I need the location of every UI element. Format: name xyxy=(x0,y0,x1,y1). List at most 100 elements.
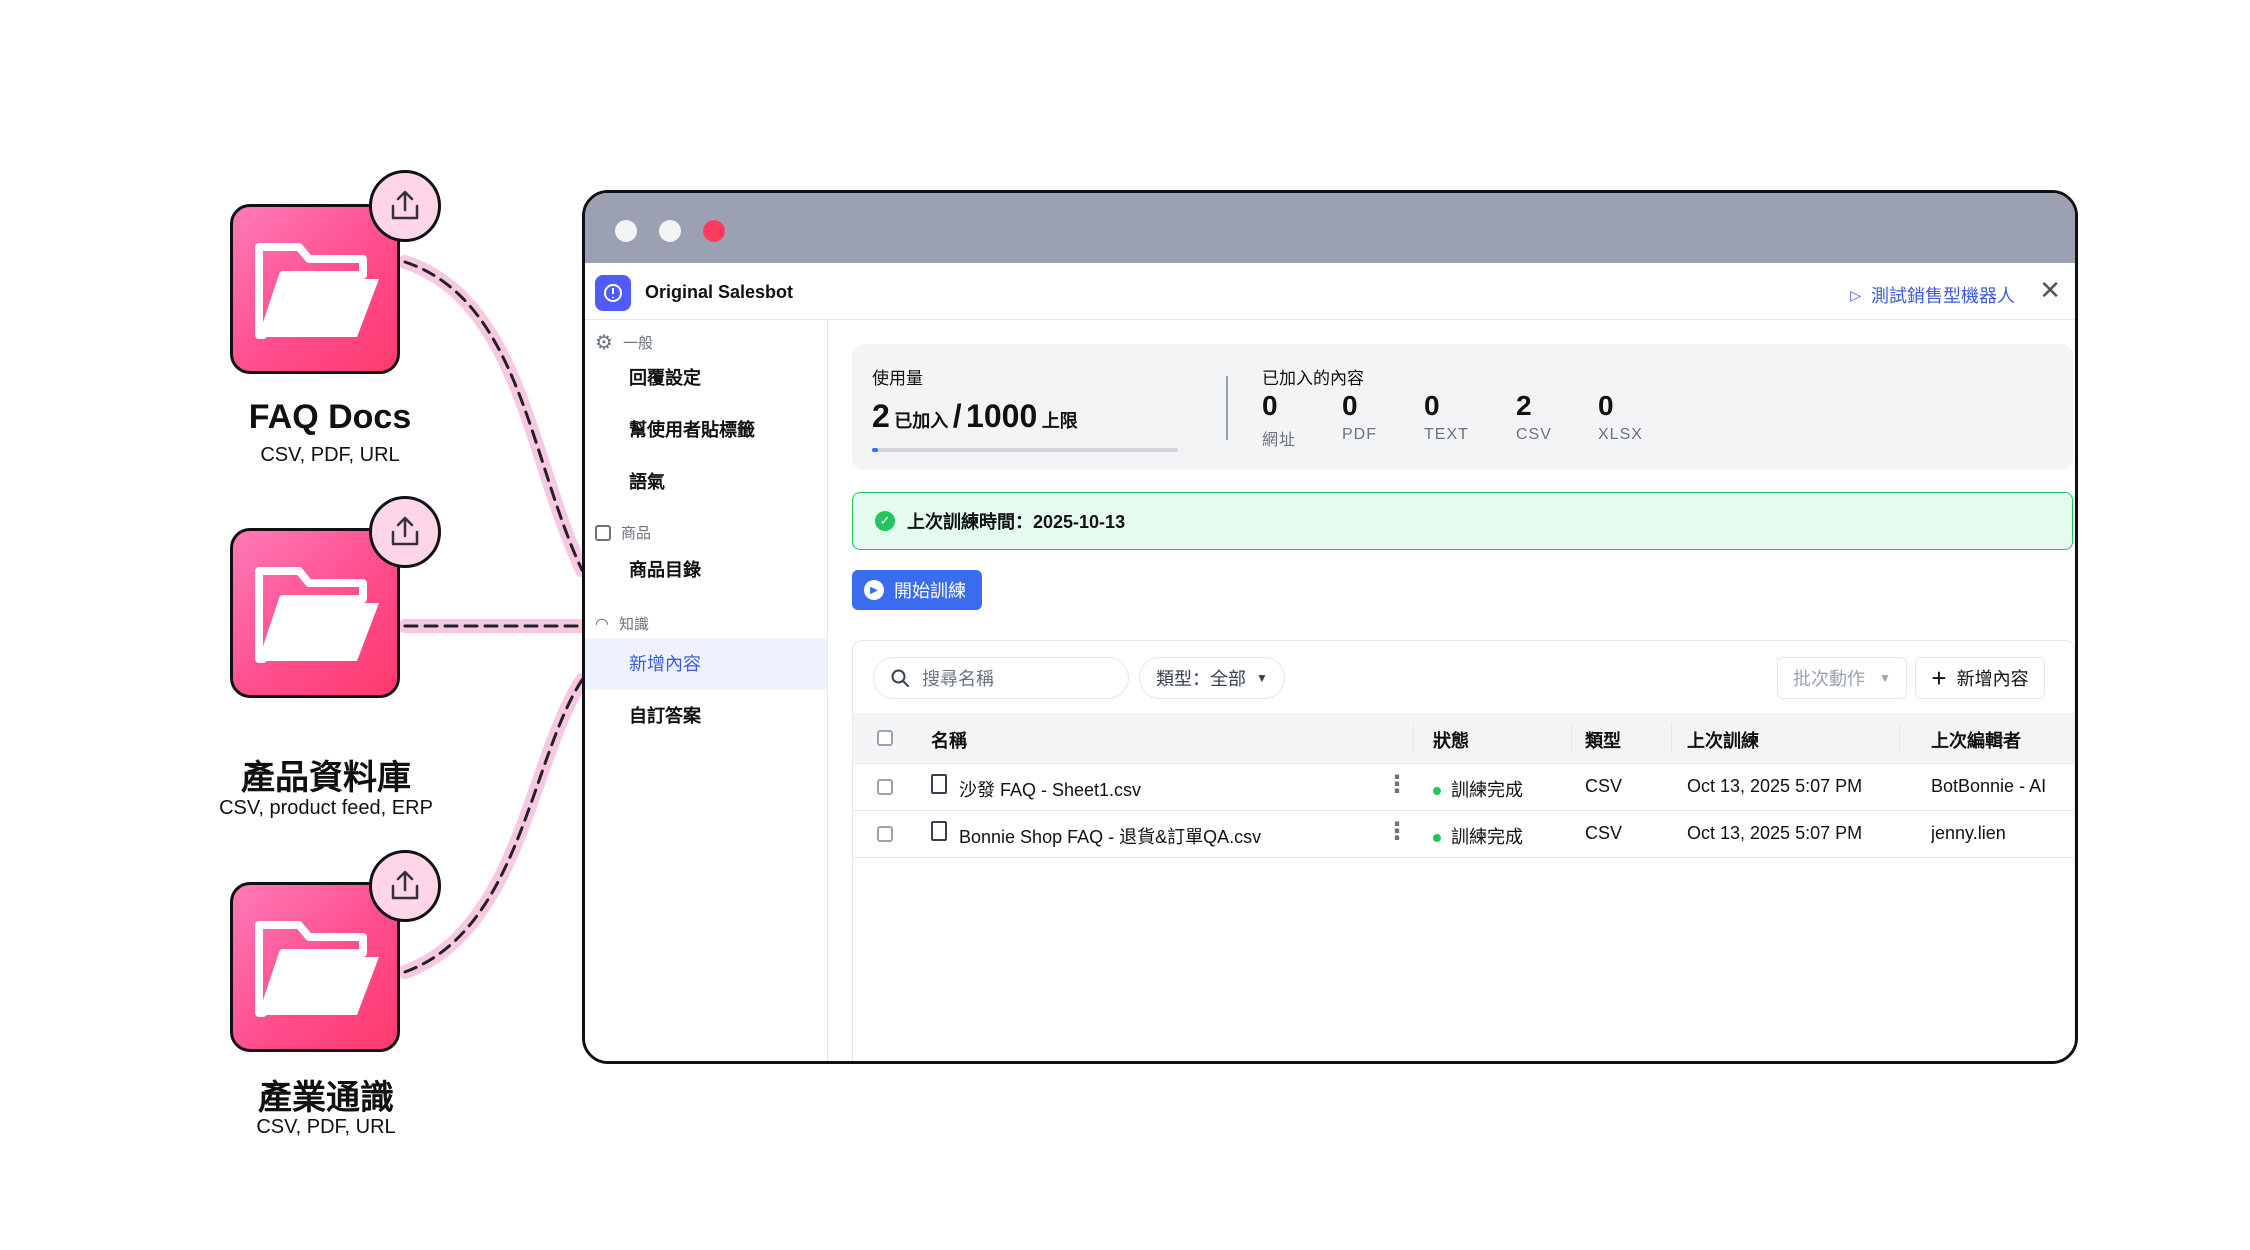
column-divider xyxy=(1899,723,1900,753)
row-type: CSV xyxy=(1585,776,1623,796)
row-last-trained: Oct 13, 2025 5:07 PM xyxy=(1687,823,1863,843)
search-input[interactable]: 搜尋名稱 xyxy=(873,657,1129,699)
upload-icon[interactable] xyxy=(369,850,441,922)
sidebar-group-knowledge: ◠ 知識 xyxy=(595,613,649,634)
column-divider xyxy=(1671,723,1672,753)
count-pdf: 0 PDF xyxy=(1342,390,1377,444)
play-icon: ▷ xyxy=(1850,286,1861,303)
product-icon xyxy=(595,524,611,541)
sidebar-item-tone[interactable]: 語氣 xyxy=(585,456,827,508)
window-dot-close[interactable] xyxy=(703,220,725,242)
table-row[interactable]: Bonnie Shop FAQ - 退貨&訂單QA.csv ⋮ 訓練完成 CSV… xyxy=(853,811,2074,858)
usage-limit-unit: 上限 xyxy=(1041,411,1078,431)
main-content: 使用量 2 已加入 / 1000 上限 已加入的內容 0 網址 0 PDF 0 … xyxy=(828,320,2075,1061)
count-value: 0 xyxy=(1342,390,1358,421)
plus-icon: + xyxy=(1931,663,1947,693)
count-label: XLSX xyxy=(1598,426,1643,443)
source-title: 產業通識 xyxy=(258,1079,394,1117)
count-csv: 2 CSV xyxy=(1516,390,1552,444)
count-label: CSV xyxy=(1516,426,1552,443)
source-subtitle: CSV, PDF, URL xyxy=(256,1116,396,1138)
app-name: Original Salesbot xyxy=(645,282,794,302)
test-bot-link[interactable]: ▷ 測試銷售型機器人 xyxy=(1850,282,2015,308)
folder-icon xyxy=(230,204,400,374)
last-trained-banner: ✓ 上次訓練時間：2025-10-13 xyxy=(852,492,2073,550)
row-name[interactable]: 沙發 FAQ - Sheet1.csv xyxy=(959,776,1141,802)
sidebar-group-label: 一般 xyxy=(622,335,653,352)
column-header-status[interactable]: 狀態 xyxy=(1433,727,1469,753)
start-training-label: 開始訓練 xyxy=(894,581,966,601)
count-url: 0 網址 xyxy=(1262,390,1296,450)
source-subtitle: CSV, product feed, ERP xyxy=(219,797,433,819)
row-status-label: 訓練完成 xyxy=(1451,827,1523,847)
row-checkbox[interactable] xyxy=(877,826,893,842)
usage-label: 使用量 xyxy=(872,369,923,388)
play-circle-icon: ▶ xyxy=(864,580,884,600)
row-last-trained: Oct 13, 2025 5:07 PM xyxy=(1687,776,1863,796)
sidebar-group-label: 知識 xyxy=(618,616,649,633)
count-xlsx: 0 XLSX xyxy=(1598,390,1643,444)
row-name[interactable]: Bonnie Shop FAQ - 退貨&訂單QA.csv xyxy=(959,823,1261,849)
add-content-label: 新增內容 xyxy=(1956,669,2029,689)
type-filter-dropdown[interactable]: 類型：全部 ▼ xyxy=(1139,657,1285,699)
count-label: 網址 xyxy=(1262,432,1297,449)
sidebar-item-custom-answers[interactable]: 自訂答案 xyxy=(585,690,827,742)
last-trained-text: 上次訓練時間：2025-10-13 xyxy=(907,512,1126,532)
upload-icon[interactable] xyxy=(369,496,441,568)
count-value: 0 xyxy=(1424,390,1440,421)
column-header-last-editor[interactable]: 上次編輯者 xyxy=(1931,727,2021,753)
usage-divider xyxy=(1226,376,1228,440)
status-dot-icon xyxy=(1433,834,1441,843)
caret-down-icon: ▼ xyxy=(1256,671,1268,685)
headset-icon: ◠ xyxy=(595,615,609,633)
row-type: CSV xyxy=(1585,823,1623,843)
row-status: 訓練完成 xyxy=(1433,823,1523,849)
add-content-button[interactable]: + 新增內容 xyxy=(1915,657,2045,699)
window-titlebar xyxy=(585,193,2075,263)
batch-action-dropdown[interactable]: 批次動作 ▼ xyxy=(1777,657,1907,699)
search-icon xyxy=(891,669,909,687)
usage-separator: / xyxy=(952,398,962,434)
app-window: Original Salesbot ▷ 測試銷售型機器人 ✕ ⚙ 一般 回覆設定… xyxy=(582,190,2078,1064)
sidebar-group-label: 商品 xyxy=(621,525,652,542)
usage-progress-fill xyxy=(872,448,879,452)
row-checkbox[interactable] xyxy=(877,779,893,795)
sidebar-item-add-content[interactable]: 新增內容 xyxy=(585,638,827,690)
start-training-button[interactable]: ▶ 開始訓練 xyxy=(852,570,982,610)
usage-used-unit: 已加入 xyxy=(894,411,949,431)
table-row[interactable]: 沙發 FAQ - Sheet1.csv ⋮ 訓練完成 CSV Oct 13, 2… xyxy=(853,764,2074,811)
content-table-card: 搜尋名稱 類型：全部 ▼ 批次動作 ▼ + 新增內容 名稱 狀態 類型 上次訓練… xyxy=(852,640,2075,1061)
count-label: TEXT xyxy=(1424,426,1469,443)
row-status-label: 訓練完成 xyxy=(1451,780,1523,800)
column-header-name[interactable]: 名稱 xyxy=(931,727,967,753)
sidebar-item-reply-settings[interactable]: 回覆設定 xyxy=(585,352,827,404)
usage-progress-track xyxy=(872,448,1178,452)
upload-icon[interactable] xyxy=(369,170,441,242)
usage-values: 2 已加入 / 1000 上限 xyxy=(872,398,1078,435)
window-dot-maximize[interactable] xyxy=(659,220,681,242)
close-icon[interactable]: ✕ xyxy=(2039,277,2061,303)
sidebar-group-product: 商品 xyxy=(595,522,651,543)
table-header: 名稱 狀態 類型 上次訓練 上次編輯者 xyxy=(853,713,2074,764)
sidebar-item-catalog[interactable]: 商品目錄 xyxy=(585,544,827,596)
sidebar-item-user-tags[interactable]: 幫使用者貼標籤 xyxy=(585,404,827,456)
more-options-icon[interactable]: ⋮ xyxy=(1385,770,1409,799)
column-header-type[interactable]: 類型 xyxy=(1585,727,1621,753)
row-editor: jenny.lien xyxy=(1931,823,2006,843)
check-circle-icon: ✓ xyxy=(875,511,895,531)
usage-limit: 1000 xyxy=(966,398,1038,434)
select-all-checkbox[interactable] xyxy=(877,730,893,746)
app-header: Original Salesbot ▷ 測試銷售型機器人 ✕ xyxy=(585,263,2075,320)
count-text: 0 TEXT xyxy=(1424,390,1469,444)
window-dot-minimize[interactable] xyxy=(615,220,637,242)
more-options-icon[interactable]: ⋮ xyxy=(1385,817,1409,846)
column-header-last-trained[interactable]: 上次訓練 xyxy=(1687,727,1759,753)
file-icon xyxy=(931,774,947,794)
status-dot-icon xyxy=(1433,787,1441,796)
column-divider xyxy=(1413,723,1414,753)
caret-down-icon: ▼ xyxy=(1879,671,1891,685)
batch-action-label: 批次動作 xyxy=(1793,669,1866,689)
folder-icon xyxy=(230,882,400,1052)
added-content-label: 已加入的內容 xyxy=(1262,369,1364,388)
count-value: 0 xyxy=(1262,390,1278,421)
